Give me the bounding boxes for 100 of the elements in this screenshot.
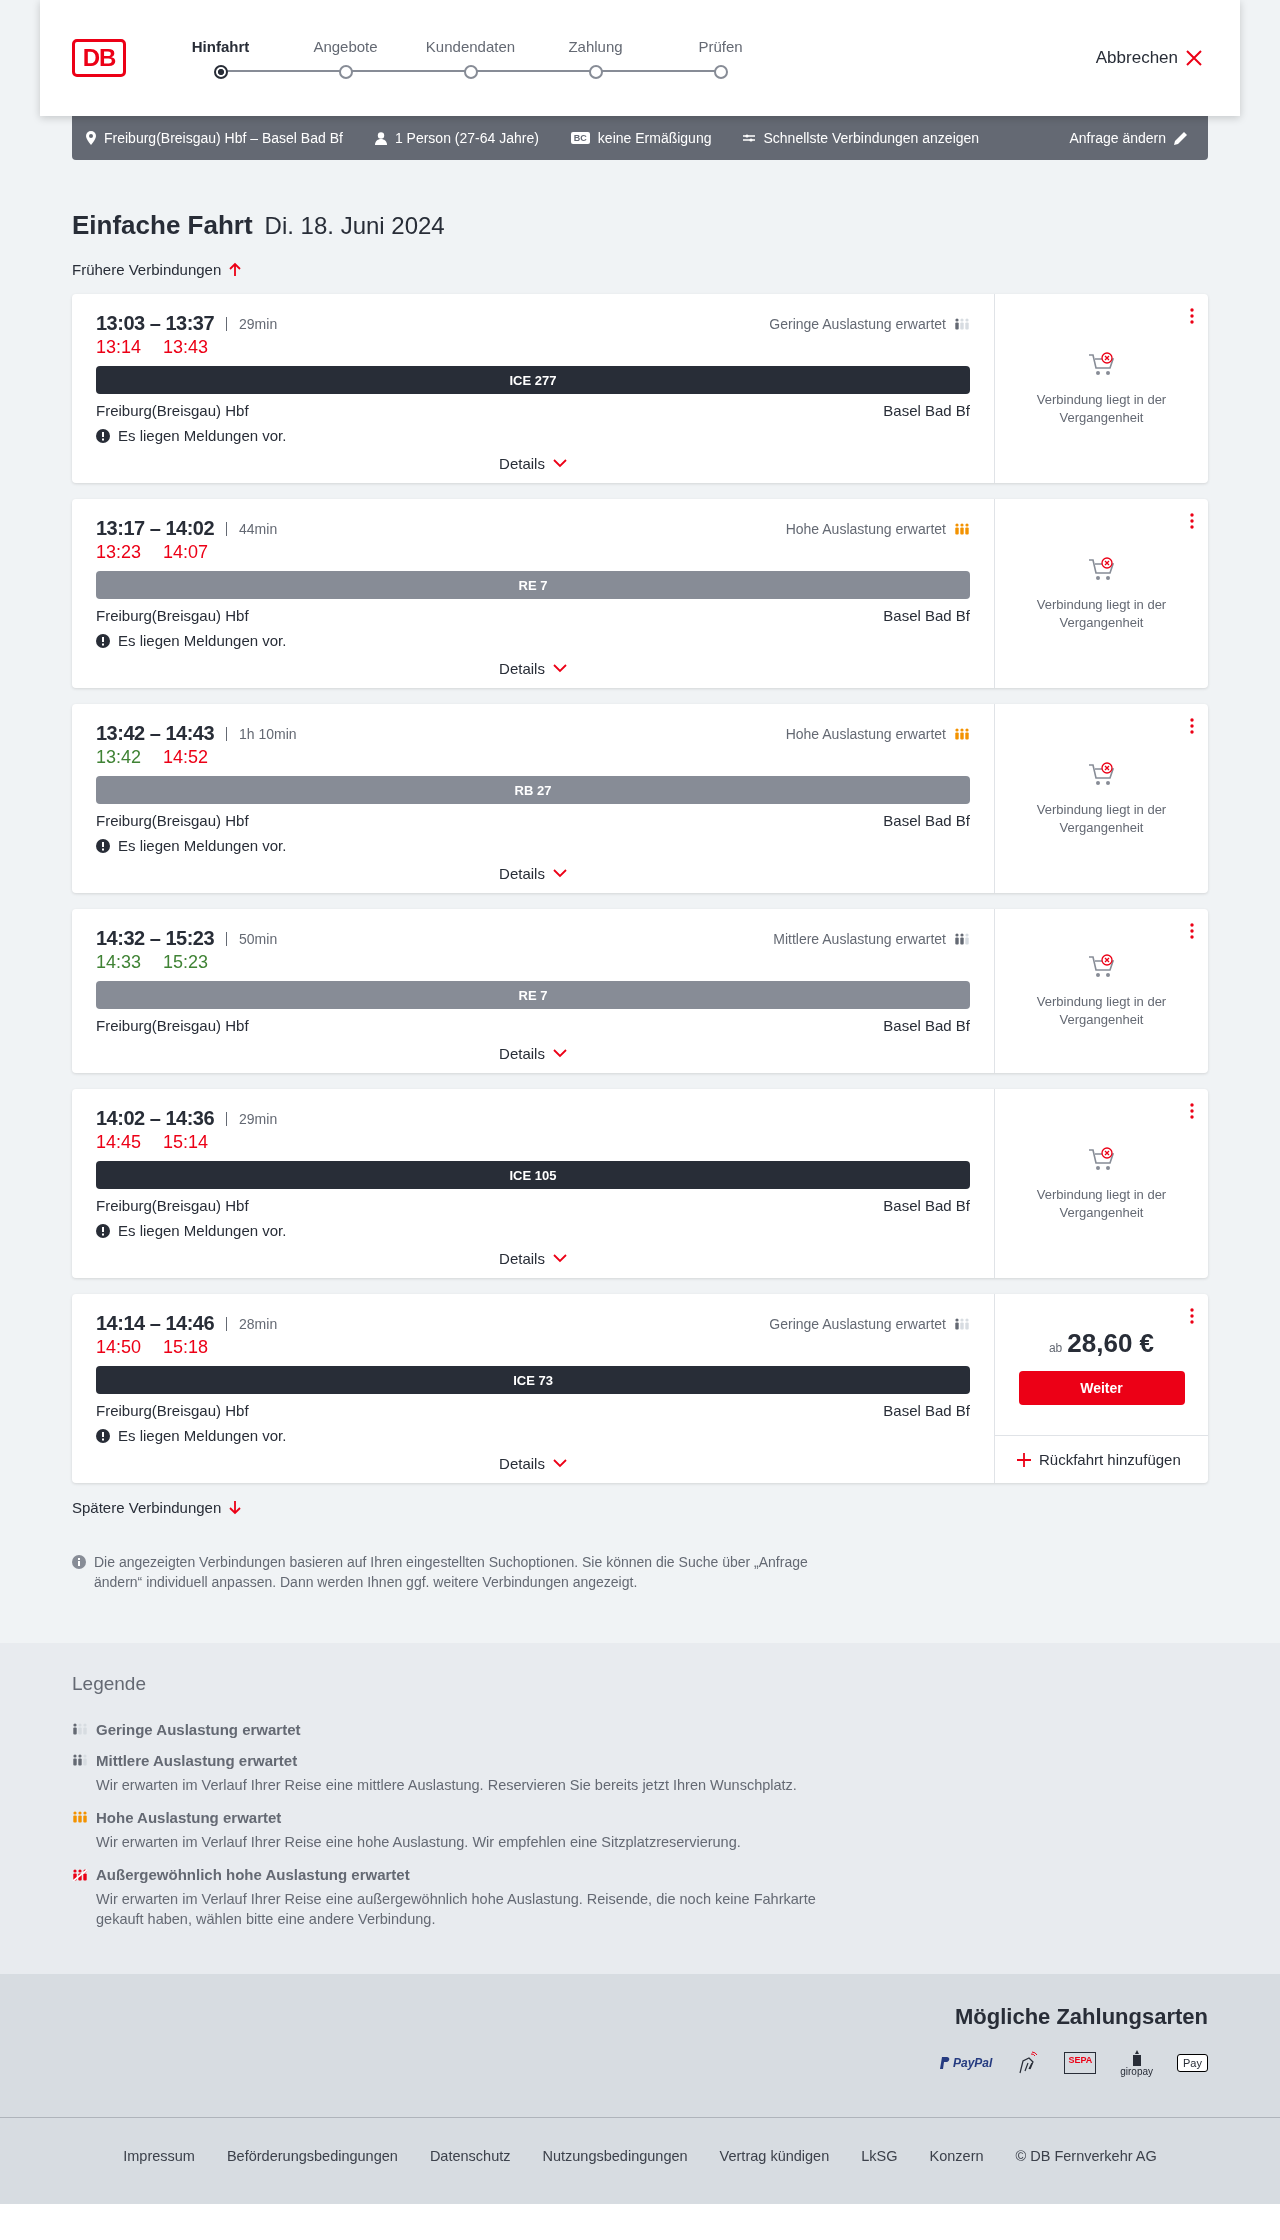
progress-step[interactable]: Kundendaten xyxy=(408,37,533,79)
occupancy-label: Geringe Auslastung erwartet xyxy=(769,1315,946,1332)
more-icon[interactable] xyxy=(1190,1103,1194,1119)
warning-icon xyxy=(96,838,110,853)
more-icon[interactable] xyxy=(1190,308,1194,324)
planned-times: 13:17 – 14:02 xyxy=(96,517,215,540)
train-bar: RE 7 xyxy=(96,981,970,1009)
progress-step[interactable]: Hinfahrt xyxy=(158,37,283,79)
station: Basel Bad Bf xyxy=(883,1402,970,1419)
realtime: 14:07 xyxy=(163,542,209,563)
cancel-button[interactable]: Abbrechen xyxy=(1089,47,1208,69)
occupancy-label: Mittlere Auslastung erwartet xyxy=(773,930,946,947)
duration: 50min xyxy=(239,930,278,947)
unavailable-text: Verbindung liegt in der Vergangenheit xyxy=(1035,800,1168,837)
info-icon xyxy=(72,1555,86,1569)
station: Basel Bad Bf xyxy=(883,1017,970,1034)
add-return-button[interactable]: Rückfahrt hinzufügen xyxy=(995,1435,1208,1483)
progress-step[interactable]: Zahlung xyxy=(533,37,658,79)
price: 28,60 € xyxy=(1067,1328,1155,1359)
passengers-text: 1 Person (27-64 Jahre) xyxy=(394,130,539,146)
logo: DB xyxy=(72,39,126,77)
location-pin-icon xyxy=(86,131,96,145)
warning-icon xyxy=(96,428,110,443)
planned-times: 13:03 – 13:37 xyxy=(96,312,215,335)
legend-item-title: Mittlere Auslastung erwartet xyxy=(96,1751,298,1769)
station: Basel Bad Bf xyxy=(883,607,970,624)
planned-times: 14:14 – 14:46 xyxy=(96,1312,215,1335)
chevron-down-icon xyxy=(552,1254,567,1263)
occupancy-label: Geringe Auslastung erwartet xyxy=(769,315,946,332)
station: Freiburg(Breisgau) Hbf xyxy=(96,607,249,624)
close-icon xyxy=(1186,50,1202,66)
footer-link[interactable]: © DB Fernverkehr AG xyxy=(1015,2147,1157,2164)
footer-link[interactable]: Datenschutz xyxy=(429,2147,511,2164)
progress-step[interactable]: Angebote xyxy=(283,37,408,79)
station: Basel Bad Bf xyxy=(883,812,970,829)
footer-link[interactable]: Beförderungsbedingungen xyxy=(226,2147,398,2164)
duration: 29min xyxy=(239,315,278,332)
occupancy-label: Hohe Auslastung erwartet xyxy=(785,520,946,537)
message-text: Es liegen Meldungen vor. xyxy=(118,427,287,444)
legend-title: Legende xyxy=(72,1672,147,1695)
planned-times: 14:02 – 14:36 xyxy=(96,1107,215,1130)
details-toggle[interactable]: Details xyxy=(493,659,573,678)
price-prefix: ab xyxy=(1048,1341,1063,1355)
station: Freiburg(Breisgau) Hbf xyxy=(96,1017,249,1034)
footer-link[interactable]: LkSG xyxy=(861,2147,898,2164)
unavailable-text: Verbindung liegt in der Vergangenheit xyxy=(1035,1185,1168,1222)
train-bar: ICE 105 xyxy=(96,1161,970,1189)
details-toggle[interactable]: Details xyxy=(493,864,573,883)
later-connections-link[interactable]: Spätere Verbindungen xyxy=(72,1499,242,1516)
warning-icon xyxy=(96,633,110,648)
legend-item-text: Wir erwarten im Verlauf Ihrer Reise eine außergewöhnlich hohe Auslastung. Reisende, die noch keine Fahrkarte gekauft haben, wählen bitte eine andere Verbindung. xyxy=(96,1890,817,1930)
train-bar: ICE 277 xyxy=(96,366,970,394)
realtime: 14:50 xyxy=(96,1337,142,1358)
footer-link[interactable]: Impressum xyxy=(123,2147,195,2164)
footer-link[interactable]: Vertrag kündigen xyxy=(719,2147,830,2164)
chevron-down-icon xyxy=(552,1049,567,1058)
legend-item-text: Wir erwarten im Verlauf Ihrer Reise eine hohe Auslastung. Wir empfehlen eine Sitzplatzreservierung. xyxy=(96,1832,742,1852)
duration: 28min xyxy=(239,1315,278,1332)
duration: 29min xyxy=(239,1110,278,1127)
details-toggle[interactable]: Details xyxy=(493,1454,573,1473)
realtime: 13:43 xyxy=(163,337,209,358)
realtime: 14:52 xyxy=(163,747,209,768)
duration: 1h 10min xyxy=(239,725,297,742)
realtime: 13:23 xyxy=(96,542,142,563)
discount-text: keine Ermäßigung xyxy=(597,130,712,146)
sepa-logo: SEPA xyxy=(1064,2052,1097,2075)
footer-link[interactable]: Konzern xyxy=(929,2147,984,2164)
details-toggle[interactable]: Details xyxy=(493,454,573,473)
apple-pay-logo: Pay xyxy=(1177,2054,1208,2073)
planned-times: 13:42 – 14:43 xyxy=(96,722,215,745)
planned-times: 14:32 – 15:23 xyxy=(96,927,215,950)
more-icon[interactable] xyxy=(1190,1308,1194,1324)
chevron-down-icon xyxy=(552,1459,567,1468)
route-text: Freiburg(Breisgau) Hbf – Basel Bad Bf xyxy=(104,130,343,146)
message-text: Es liegen Meldungen vor. xyxy=(118,837,287,854)
edit-search-button[interactable]: Anfrage ändern xyxy=(1063,129,1194,147)
more-icon[interactable] xyxy=(1190,718,1194,734)
chevron-down-icon xyxy=(552,459,567,468)
payment-title: Mögliche Zahlungsarten xyxy=(954,2003,1208,2030)
continue-button[interactable]: Weiter xyxy=(1018,1371,1185,1405)
chevron-down-icon xyxy=(552,664,567,673)
details-toggle[interactable]: Details xyxy=(493,1044,573,1063)
legend-item-title: Hohe Auslastung erwartet xyxy=(96,1808,282,1826)
trip-date: Di. 18. Juni 2024 xyxy=(264,212,445,240)
realtime: 15:23 xyxy=(163,952,209,973)
realtime: 15:18 xyxy=(163,1337,209,1358)
arrow-up-icon xyxy=(229,262,242,277)
realtime: 13:14 xyxy=(96,337,142,358)
giropay-logo: giropay xyxy=(1120,2049,1154,2077)
train-bar: RB 27 xyxy=(96,776,970,804)
sliders-icon xyxy=(743,133,756,143)
progress-step[interactable]: Prüfen xyxy=(658,37,783,79)
details-toggle[interactable]: Details xyxy=(493,1249,573,1268)
unavailable-text: Verbindung liegt in der Vergangenheit xyxy=(1035,595,1168,632)
earlier-connections-link[interactable]: Frühere Verbindungen xyxy=(72,261,242,278)
more-icon[interactable] xyxy=(1190,923,1194,939)
more-icon[interactable] xyxy=(1190,513,1194,529)
train-bar: ICE 73 xyxy=(96,1366,970,1394)
station: Basel Bad Bf xyxy=(883,1197,970,1214)
footer-link[interactable]: Nutzungsbedingungen xyxy=(542,2147,688,2164)
